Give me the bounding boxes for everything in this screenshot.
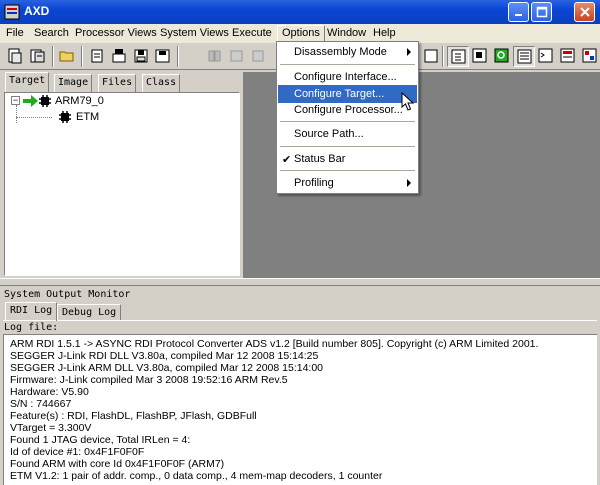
run-icon[interactable] [204,46,226,67]
view-icon[interactable] [420,46,442,67]
stop-icon[interactable] [226,46,248,67]
logfile-label: Log file: [4,322,59,333]
load-session-icon[interactable] [27,46,49,67]
log-line: SEGGER J-Link ARM DLL V3.80a, compiled M… [10,362,324,374]
menu-item-configure-interface[interactable]: Configure Interface... [278,68,417,86]
registers-view-icon[interactable] [447,46,469,67]
log-line: ARM RDI 1.5.1 -> ASYNC RDI Protocol Conv… [10,338,539,350]
menu-processor-views[interactable]: Processor Views [71,26,161,42]
log-line: SEGGER J-Link RDI DLL V3.80a, compiled M… [10,350,319,362]
console-view-icon[interactable] [535,46,557,67]
menu-separator [280,170,415,171]
tree-node-arm79[interactable]: ARM79_0 [55,95,104,107]
reload-image-icon[interactable] [108,46,130,67]
step-icon[interactable] [248,46,270,67]
menu-search[interactable]: Search [30,26,73,42]
variables-view-icon[interactable] [579,46,600,67]
pane-splitter[interactable] [0,278,600,286]
menu-item-source-path[interactable]: Source Path... [278,125,417,143]
search-view-icon[interactable] [491,46,513,67]
tab-baseline [3,320,597,321]
tree-line [16,117,52,118]
log-line: S/N : 744667 [10,398,72,410]
toolbar-separator [81,46,83,67]
log-output[interactable]: ARM RDI 1.5.1 -> ASYNC RDI Protocol Conv… [3,334,597,485]
menu-item-profiling[interactable]: Profiling [278,174,417,192]
monitor-title: System Output Monitor [4,289,131,300]
load-image-icon[interactable] [86,46,108,67]
left-pane: Target Image Files Class − ARM79_0 ETM [2,72,241,278]
target-tree[interactable]: − ARM79_0 ETM [4,92,240,276]
menu-item-disassembly-mode[interactable]: Disassembly Mode [278,43,417,61]
tab-target[interactable]: Target [5,72,50,92]
floppy-icon[interactable] [152,46,174,67]
tab-files[interactable]: Files [98,74,137,92]
collapse-toggle-icon[interactable]: − [11,96,20,105]
toolbar-separator [52,46,54,67]
watch-view-icon[interactable] [557,46,579,67]
current-target-arrow-icon [23,95,38,107]
log-line: Firmware: J-Link compiled Mar 3 2008 19:… [10,374,288,386]
tab-image[interactable]: Image [54,74,93,92]
close-button[interactable] [574,2,595,22]
memory-view-icon[interactable] [469,46,491,67]
mouse-cursor-icon [401,92,415,111]
toolbar-separator [442,46,444,67]
log-line: ETM V1.2: 1 pair of addr. comp., 0 data … [10,470,383,482]
menu-help[interactable]: Help [369,26,400,42]
menu-file[interactable]: File [2,26,28,42]
new-session-icon[interactable] [4,46,26,67]
menu-execute[interactable]: Execute [228,26,276,42]
submenu-arrow-icon [407,48,411,56]
menu-item-configure-processor[interactable]: Configure Processor... [278,101,417,119]
log-line: Found 1 JTAG device, Total IRLen = 4: [10,434,191,446]
menu-item-status-bar[interactable]: ✔ Status Bar [278,150,417,168]
menu-separator [280,121,415,122]
menu-separator [280,64,415,65]
toolbar-separator [177,46,179,67]
open-folder-icon[interactable] [56,46,78,67]
tab-debug-log[interactable]: Debug Log [57,304,122,321]
app-icon [4,4,20,20]
save-image-icon[interactable] [130,46,152,67]
log-line: VTarget = 3.300V [10,422,92,434]
processor-chip-icon [39,95,51,107]
menu-system-views[interactable]: System Views [156,26,233,42]
menu-window[interactable]: Window [323,26,370,42]
tree-line [16,105,17,123]
tree-node-etm[interactable]: ETM [76,111,99,123]
checkmark-icon: ✔ [282,154,292,166]
menu-separator [280,146,415,147]
log-line: Feature(s) : RDI, FlashDL, FlashBP, JFla… [10,410,257,422]
maximize-button[interactable] [531,2,552,22]
log-line: Found ARM with core Id 0x4F1F0F0F (ARM7) [10,458,225,470]
options-dropdown-menu: Disassembly Mode Configure Interface... … [276,41,419,194]
etm-chip-icon [59,111,71,123]
log-line: Hardware: V5.90 [10,386,89,398]
log-line: Id of device #1: 0x4F1F0F0F [10,446,145,458]
submenu-arrow-icon [407,179,411,187]
minimize-button[interactable] [508,2,529,22]
disassembly-view-icon[interactable] [513,46,535,67]
tab-class[interactable]: Class [142,74,181,92]
tab-rdi-log[interactable]: RDI Log [5,302,58,321]
title-bar[interactable]: AXD [0,0,600,24]
window-title: AXD [24,4,50,18]
